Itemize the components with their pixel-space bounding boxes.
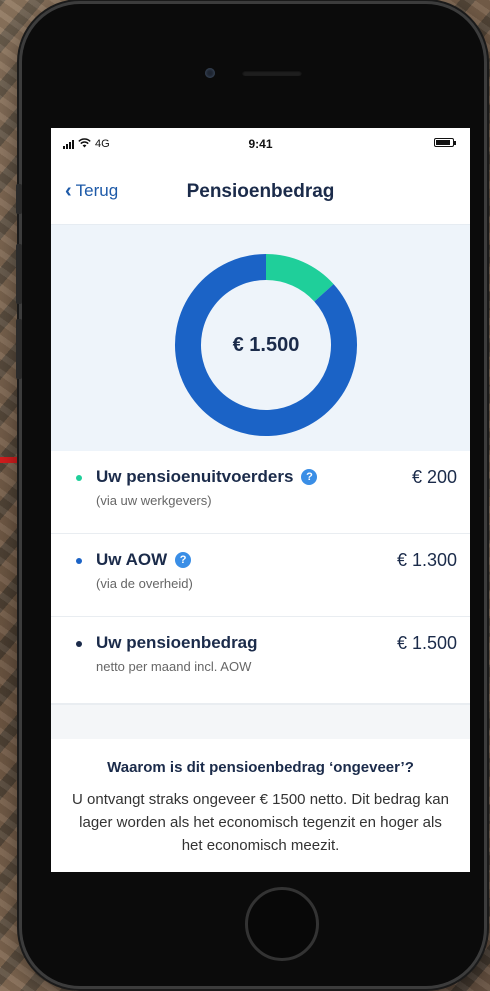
info-body: U ontvangt straks ongeveer € 1500 netto.…	[72, 791, 449, 854]
row-amount: € 1.500	[396, 633, 457, 653]
row-title: Uw pensioenbedrag	[96, 633, 258, 653]
home-button[interactable]	[245, 887, 319, 961]
page-title: Pensioenbedrag	[186, 181, 335, 202]
donut-center-label: € 1.500	[232, 333, 300, 356]
chart-area: € 1.500	[51, 225, 470, 451]
help-icon[interactable]: ?	[175, 552, 192, 568]
row-pensioenbedrag[interactable]: Uw pensioenbedrag netto per maand incl. …	[51, 617, 470, 704]
row-title-text: Uw AOW	[96, 550, 168, 569]
front-camera	[205, 68, 215, 78]
pension-breakdown-list: Uw pensioenuitvoerders ? (via uw werkgev…	[51, 451, 470, 704]
legend-dot	[76, 475, 82, 481]
row-title-text: Uw pensioenbedrag	[96, 633, 258, 652]
row-subtitle: netto per maand incl. AOW	[96, 659, 252, 674]
navigation-bar: ‹ Terug Pensioenbedrag	[51, 158, 470, 225]
volume-up-button	[16, 244, 22, 304]
row-title: Uw AOW ?	[96, 550, 192, 570]
row-title: Uw pensioenuitvoerders ?	[96, 467, 318, 487]
row-title-text: Uw pensioenuitvoerders	[96, 467, 294, 486]
earpiece-speaker	[242, 70, 302, 76]
row-amount: € 1.300	[396, 550, 457, 570]
app-screen: 4G 9:41 ‹ Terug Pensioenbedrag € 1.500 U…	[51, 128, 470, 872]
battery-icon	[434, 138, 456, 147]
row-aow[interactable]: Uw AOW ? (via de overheid) € 1.300	[51, 534, 470, 617]
legend-dot	[76, 641, 82, 647]
legend-dot	[76, 558, 82, 564]
row-pensioenuitvoerders[interactable]: Uw pensioenuitvoerders ? (via uw werkgev…	[51, 451, 470, 534]
row-subtitle: (via uw werkgevers)	[96, 493, 212, 508]
volume-down-button	[16, 319, 22, 379]
info-heading: Waarom is dit pensioenbedrag ‘ongeveer’?	[107, 759, 414, 776]
row-amount: € 200	[411, 467, 457, 487]
section-divider	[51, 704, 470, 739]
status-bar: 4G 9:41	[51, 128, 470, 158]
info-section: Waarom is dit pensioenbedrag ‘ongeveer’?…	[51, 739, 470, 857]
status-time: 9:41	[248, 137, 273, 151]
row-subtitle: (via de overheid)	[96, 576, 193, 591]
mute-switch	[16, 184, 22, 214]
help-icon[interactable]: ?	[301, 469, 318, 485]
